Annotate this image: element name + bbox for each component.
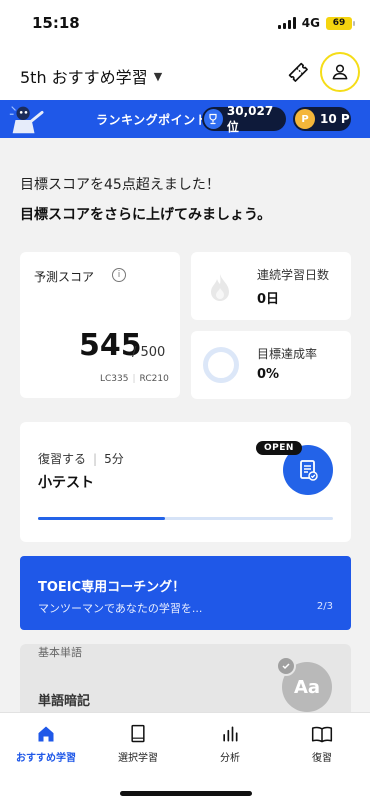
- streak-value: 0日: [257, 292, 280, 307]
- score-max: / 500: [132, 345, 166, 360]
- battery-icon: 69: [326, 16, 355, 30]
- coaching-title: TOEIC専用コーチング！: [38, 580, 186, 595]
- signal-icon: [277, 17, 296, 29]
- review-quiz-card[interactable]: 復習する | 5分 小テスト OPEN: [20, 422, 351, 542]
- review-label: 復習する: [38, 452, 87, 466]
- tab-label: 復習: [312, 753, 332, 764]
- carousel-pager: 2/3: [316, 601, 333, 612]
- goal-achievement-card[interactable]: 目標達成率 0%: [191, 331, 351, 399]
- coin-icon: P: [295, 109, 315, 129]
- raise-goal-message: 目標スコアをさらに上げてみましょう。: [20, 207, 272, 223]
- goal-exceeded-message: 目標スコアを45点超えました！: [20, 177, 220, 193]
- check-icon: [276, 656, 296, 676]
- reading-score: RC210: [139, 374, 169, 384]
- user-icon: [332, 64, 348, 80]
- course-selector[interactable]: 5th おすすめ学習 ▼: [20, 64, 162, 88]
- battery-level: 69: [332, 18, 346, 28]
- study-streak-card[interactable]: 連続学習日数 0日: [191, 252, 351, 320]
- quiz-document-icon: [300, 460, 318, 481]
- open-badge: OPEN: [256, 441, 302, 455]
- goal-value: 0%: [257, 367, 280, 382]
- tab-recommended[interactable]: おすすめ学習: [0, 723, 92, 764]
- chevron-down-icon: ▼: [153, 69, 163, 83]
- status-indicators: 4G 69: [277, 16, 355, 30]
- bar-chart-icon: [223, 726, 238, 742]
- divider: |: [93, 451, 98, 466]
- tab-review[interactable]: 復習: [276, 723, 368, 764]
- ranking-banner[interactable]: ランキングポイント 30,027 位 P 10 P: [0, 100, 370, 138]
- predicted-score-label: 予測スコア: [34, 270, 95, 284]
- tab-select-study[interactable]: 選択学習: [92, 723, 184, 764]
- listening-score: LC335: [100, 374, 129, 384]
- network-type: 4G: [301, 16, 320, 30]
- rank-value: 30,027 位: [226, 103, 274, 134]
- coaching-banner[interactable]: TOEIC専用コーチング！ マンツーマンであなたの学習を... 2/3: [20, 556, 351, 630]
- bottom-tab-bar: おすすめ学習 選択学習 分析 復習: [0, 712, 370, 800]
- tab-label: おすすめ学習: [16, 753, 76, 764]
- review-progress-fill: [38, 517, 165, 520]
- score-breakdown: LC335 | RC210: [100, 374, 169, 384]
- goal-label: 目標達成率: [257, 347, 318, 361]
- divider: |: [132, 374, 136, 384]
- ticket-icon: [288, 62, 308, 82]
- predicted-score-card[interactable]: 予測スコア i 545 / 500 LC335 | RC210: [20, 252, 180, 398]
- flame-icon: [211, 274, 229, 301]
- coaching-subtitle: マンツーマンであなたの学習を...: [38, 602, 203, 615]
- info-icon[interactable]: i: [112, 268, 126, 282]
- app-header: 5th おすすめ学習 ▼: [0, 46, 370, 100]
- vocabulary-card[interactable]: 基本単語 単語暗記 Aa: [20, 644, 351, 712]
- profile-button[interactable]: [320, 52, 360, 92]
- progress-ring-icon: [203, 347, 239, 383]
- trophy-icon: [204, 109, 223, 129]
- review-meta: 復習する | 5分: [38, 450, 124, 467]
- tab-analysis[interactable]: 分析: [184, 723, 276, 764]
- open-book-icon: [311, 726, 333, 743]
- vocab-subtitle: 基本単語: [38, 646, 82, 659]
- points-value: 10 P: [320, 112, 350, 126]
- review-title: 小テスト: [38, 475, 94, 491]
- course-title: 5th おすすめ学習: [20, 68, 148, 87]
- tab-label: 選択学習: [118, 753, 158, 764]
- home-indicator: [120, 791, 252, 796]
- status-bar: 15:18 4G 69: [0, 0, 370, 46]
- vocab-title: 単語暗記: [38, 694, 91, 709]
- review-progress-bar: [38, 517, 333, 520]
- ranking-label: ランキングポイント: [96, 113, 209, 127]
- review-duration: 5分: [104, 452, 124, 466]
- mascot-icon: [9, 106, 44, 134]
- points-badge: P 10 P: [293, 107, 351, 131]
- ticket-button[interactable]: [284, 58, 312, 86]
- rank-badge: 30,027 位: [202, 104, 286, 134]
- status-time: 15:18: [32, 14, 80, 32]
- home-icon: [38, 726, 54, 742]
- book-icon: [131, 724, 145, 743]
- tab-label: 分析: [220, 753, 240, 764]
- streak-label: 連続学習日数: [257, 268, 330, 282]
